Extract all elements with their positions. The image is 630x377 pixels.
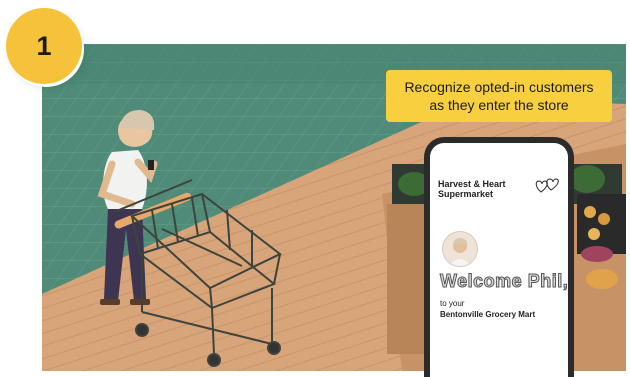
callout-line-1: Recognize opted-in customers xyxy=(404,79,594,95)
step-number: 1 xyxy=(36,30,52,61)
brand-name-line-2: Supermarket xyxy=(438,189,494,199)
customer-avatar xyxy=(442,231,478,267)
step-number-badge: 1 xyxy=(6,8,82,84)
phone-mockup: Harvest & Heart Supermarket Welcome Phil… xyxy=(424,137,574,377)
brand-name: Harvest & Heart Supermarket xyxy=(438,179,506,199)
brand-name-line-1: Harvest & Heart xyxy=(438,179,506,189)
welcome-greeting: Welcome Phil, xyxy=(439,271,569,292)
welcome-subtext: to your xyxy=(440,299,465,308)
hearts-logo-icon xyxy=(535,178,559,193)
feature-callout: Recognize opted-in customers as they ent… xyxy=(386,70,612,122)
store-name: Bentonville Grocery Mart xyxy=(440,310,536,319)
callout-line-2: as they enter the store xyxy=(429,97,569,113)
